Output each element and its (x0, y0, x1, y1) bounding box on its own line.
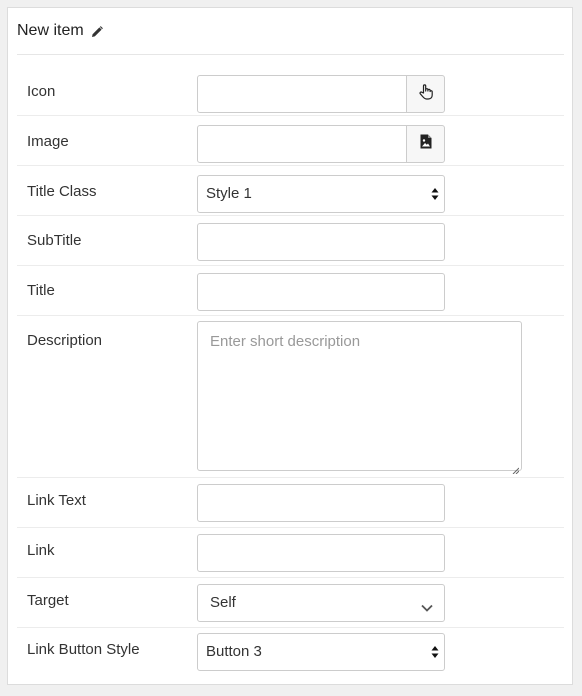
pencil-icon[interactable] (91, 25, 103, 37)
description-textarea[interactable]: Enter short description (197, 321, 522, 475)
item-editor-panel: New item Icon Image Title Class Style 1 … (7, 7, 573, 685)
icon-picker-button[interactable] (406, 75, 445, 113)
panel-header: New item (17, 8, 564, 55)
chevron-down-icon (421, 599, 433, 612)
target-select[interactable]: Self (197, 584, 445, 622)
item-title: New item (17, 22, 84, 39)
description-placeholder: Enter short description (210, 333, 361, 350)
link-button-style-row: Link Button Style Button 3 (17, 628, 564, 678)
resize-grip-icon[interactable] (512, 461, 520, 475)
subtitle-label: SubTitle (27, 232, 82, 249)
icon-input[interactable] (197, 75, 407, 113)
description-label: Description (27, 332, 103, 349)
title-label: Title (27, 282, 55, 299)
link-row: Link (17, 528, 564, 578)
link-text-row: Link Text (17, 478, 564, 528)
title-class-row: Title Class Style 1 (17, 166, 564, 216)
description-row: Description Enter short description (17, 316, 564, 478)
sort-arrows-icon (431, 187, 439, 201)
target-label: Target (27, 592, 69, 609)
title-class-select[interactable]: Style 1 (197, 175, 445, 213)
link-button-style-label: Link Button Style (27, 641, 140, 658)
title-row: Title (17, 266, 564, 316)
sort-arrows-icon (431, 645, 439, 659)
subtitle-input[interactable] (197, 223, 445, 261)
link-button-style-value: Button 3 (206, 643, 262, 660)
target-row: Target Self (17, 578, 564, 628)
image-row: Image (17, 116, 564, 166)
icon-row: Icon (17, 66, 564, 116)
image-label: Image (27, 133, 69, 150)
hand-pointer-icon (418, 83, 433, 105)
link-text-input[interactable] (197, 484, 445, 522)
title-class-label: Title Class (27, 183, 97, 200)
link-label: Link (27, 542, 55, 559)
link-input[interactable] (197, 534, 445, 572)
link-button-style-select[interactable]: Button 3 (197, 633, 445, 671)
title-input[interactable] (197, 273, 445, 311)
link-text-label: Link Text (27, 492, 86, 509)
target-value: Self (210, 594, 236, 611)
image-picker-button[interactable] (406, 125, 445, 163)
icon-label: Icon (27, 83, 56, 100)
title-class-value: Style 1 (206, 185, 252, 202)
image-file-icon (420, 134, 432, 154)
image-input[interactable] (197, 125, 407, 163)
subtitle-row: SubTitle (17, 216, 564, 266)
